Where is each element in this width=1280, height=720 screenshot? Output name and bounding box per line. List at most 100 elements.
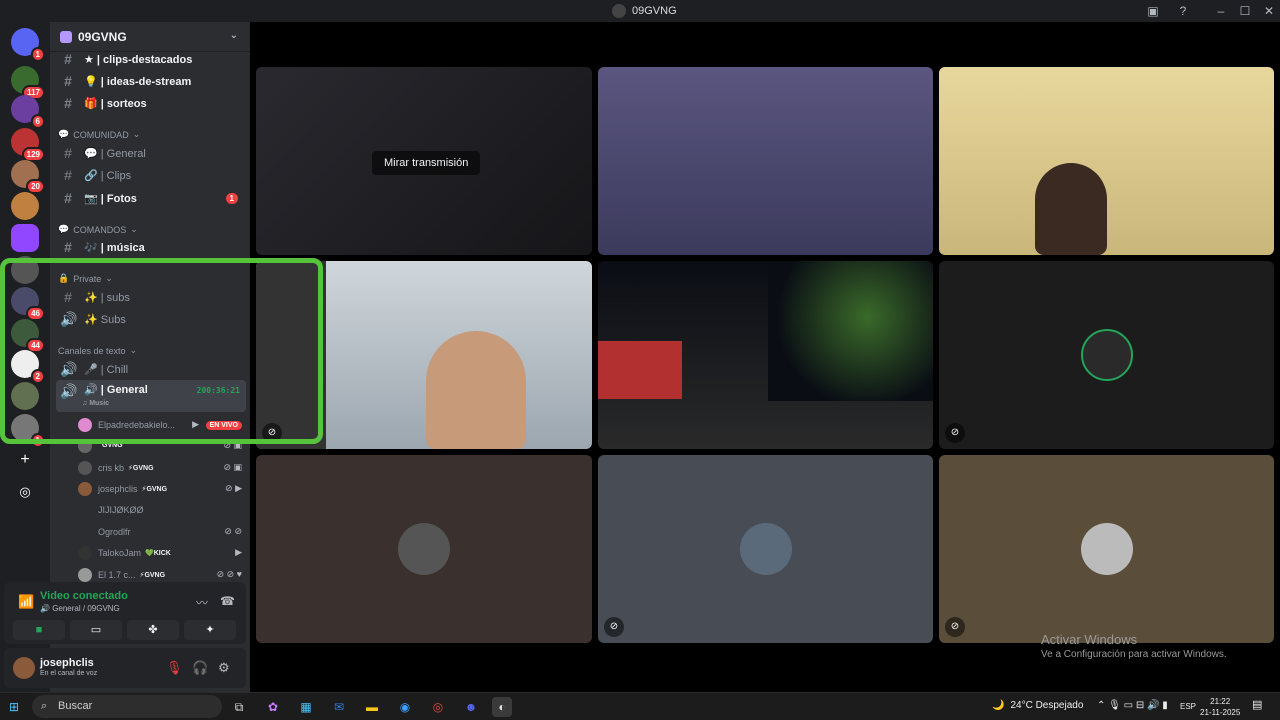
mute-icon: ⊘ ▣ <box>223 440 242 450</box>
voice-user[interactable]: JIJIJØKØØ <box>78 499 246 520</box>
store-icon[interactable]: ▦ <box>296 697 316 717</box>
voice-user[interactable]: cris kb ⚡GVNG ⊘ ▣ <box>78 457 246 478</box>
mute-icon: ⊘ <box>945 617 965 637</box>
server-icon[interactable]: 2 <box>11 350 45 384</box>
avatar[interactable] <box>13 657 35 679</box>
add-server-icon[interactable]: + <box>11 446 39 474</box>
server-icon[interactable] <box>11 192 39 220</box>
obs-icon[interactable]: ◐ <box>492 697 512 717</box>
inbox-icon[interactable]: ▣ <box>1145 3 1161 19</box>
system-tray[interactable]: ⌃ 🎙 ▭ ⊟ 🔊 ▮ <box>1097 700 1168 711</box>
video-tile[interactable]: ⊘ <box>256 261 592 449</box>
voice-connection-panel: 📶 Video conectado 🔊 General / 09GVNG 〰 ☎… <box>4 582 246 644</box>
soundboard-button[interactable]: ✦ <box>184 620 236 640</box>
screen-share-button[interactable]: ▭ <box>70 620 122 640</box>
video-icon: ▶ EN VIVO <box>192 419 242 430</box>
channel-clips-destacados[interactable]: # ★ | clips-destacados <box>56 48 246 70</box>
voice-user[interactable]: josephclis ⚡GVNG ⊘ ▶ <box>78 478 246 499</box>
help-icon[interactable]: ? <box>1175 3 1191 19</box>
category-canales-de-texto[interactable]: Canales de texto ⌄ <box>58 345 137 356</box>
server-icon[interactable]: 117 <box>11 66 45 100</box>
server-icon[interactable] <box>11 382 39 410</box>
voice-user[interactable]: GVNG ⊘ ▣ <box>78 435 246 456</box>
search-icon: ⌕ <box>41 700 48 712</box>
avatar <box>78 567 92 582</box>
server-icon[interactable]: 1 <box>11 414 45 448</box>
voice-location[interactable]: 🔊 General / 09GVNG <box>40 604 120 613</box>
category-comandos[interactable]: 💬 COMANDOS ⌄ <box>58 224 138 235</box>
avatar <box>78 460 92 475</box>
server-icon[interactable]: 6 <box>11 95 45 129</box>
activities-button[interactable]: ✤ <box>127 620 179 640</box>
copilot-icon[interactable]: ✿ <box>263 697 283 717</box>
category-comunidad[interactable]: 💬 COMUNIDAD ⌄ <box>58 129 140 140</box>
audio-only-tile[interactable]: ⊘ <box>598 455 933 643</box>
voice-user[interactable]: Ogrodlfr ⊘ ⊘ <box>78 521 246 542</box>
folder-icon[interactable]: ▬ <box>362 697 382 717</box>
tree-shape <box>768 261 933 401</box>
audio-only-tile[interactable]: ⊘ <box>939 261 1274 449</box>
avatar <box>398 523 450 575</box>
channel-chill[interactable]: 🔊 🎤 | Chill <box>56 358 246 380</box>
signal-icon[interactable]: 📶 <box>18 594 34 610</box>
mic-muted-icon[interactable]: 🎙 <box>166 660 183 676</box>
discord-icon[interactable]: ☻ <box>461 697 481 717</box>
edge-icon[interactable]: ◉ <box>395 697 415 717</box>
task-view-icon[interactable]: ⧉ <box>229 697 249 717</box>
avatar <box>78 417 92 432</box>
stream-preview-tile[interactable]: Mirar transmisión <box>256 67 592 255</box>
maximize-button[interactable]: ☐ <box>1237 3 1253 19</box>
video-tile[interactable] <box>939 67 1274 255</box>
channel-musica[interactable]: # 🎶 | música <box>56 236 246 258</box>
close-button[interactable]: ✕ <box>1261 3 1277 19</box>
outlook-icon[interactable]: ✉ <box>329 697 349 717</box>
channel-clips[interactable]: # 🔗 | Clips <box>56 164 246 186</box>
audio-only-tile[interactable] <box>256 455 592 643</box>
gear-icon[interactable]: ⚙ <box>218 660 230 676</box>
channel-subs-text[interactable]: # ✨ | subs <box>56 286 246 308</box>
channel-subs-voice[interactable]: 🔊 ✨ Subs <box>56 308 246 330</box>
server-icon[interactable] <box>11 256 39 284</box>
server-icon <box>612 4 626 18</box>
camera-button[interactable]: ■ <box>13 620 65 640</box>
guild-icon <box>60 30 72 43</box>
headphones-icon[interactable]: 🎧 <box>192 660 208 676</box>
channel-sorteos[interactable]: # 🎁 | sorteos <box>56 92 246 114</box>
avatar <box>78 481 92 496</box>
taskbar-search[interactable]: ⌕ Buscar <box>32 695 222 718</box>
voice-user[interactable]: TalokoJam 💚KICK ▶ <box>78 542 246 563</box>
twitch-icon[interactable] <box>11 224 39 252</box>
chevron-down-icon: ⌄ <box>229 30 238 41</box>
disconnect-icon[interactable]: ☎ <box>220 594 235 608</box>
mute-icon: ⊘ <box>945 423 965 443</box>
audio-only-tile[interactable]: ⊘ <box>939 455 1274 643</box>
channel-fotos[interactable]: # 📷 | Fotos 1 <box>56 187 246 209</box>
weather-icon: 🌙 <box>992 700 1005 711</box>
channel-ideas-de-stream[interactable]: # 💡 | ideas-de-stream <box>56 70 246 92</box>
weather-widget[interactable]: 🌙 24°C Despejado <box>992 700 1083 711</box>
video-stage: Mirar transmisión ⊘ ⊘ ⊘ ⊘ <box>250 22 1280 692</box>
category-private[interactable]: 🔒 Private ⌄ <box>58 273 113 284</box>
server-icon[interactable]: 20 <box>11 160 45 194</box>
voice-user[interactable]: Elpadredebakielo... ▶ EN VIVO <box>78 414 246 435</box>
video-tile[interactable] <box>598 67 933 255</box>
channel-general-text[interactable]: # 💬 | General <box>56 142 246 164</box>
watch-stream-button[interactable]: Mirar transmisión <box>372 151 481 175</box>
server-icon[interactable]: 46 <box>11 287 45 321</box>
server-icon[interactable]: 129 <box>11 128 45 162</box>
discord-home-icon[interactable]: 1 <box>11 28 45 62</box>
notification-icon[interactable]: ▤ <box>1252 698 1262 711</box>
server-icon[interactable]: 44 <box>11 319 45 353</box>
discover-icon[interactable]: ◎ <box>11 478 39 506</box>
mute-icon: ⊘ ▣ <box>223 462 242 472</box>
minimize-button[interactable]: – <box>1213 3 1229 19</box>
windows-start-icon[interactable]: ⊞ <box>9 700 19 714</box>
noise-suppression-icon[interactable]: 〰 <box>196 594 208 611</box>
video-tile[interactable] <box>598 261 933 449</box>
video-icon: ▶ <box>235 547 242 557</box>
channel-general-voice[interactable]: 🔊 🔊 | General 200:36:21 ♫ Music <box>56 380 246 412</box>
clock[interactable]: 21:22 21-11-2025 <box>1200 696 1240 718</box>
language-indicator[interactable]: ESP <box>1180 702 1196 711</box>
taskbar: ⊞ ⌕ Buscar ⧉ ✿ ▦ ✉ ▬ ◉ ◎ ☻ ◐ 🌙 24°C Despej… <box>0 692 1280 720</box>
chrome-icon[interactable]: ◎ <box>428 697 448 717</box>
